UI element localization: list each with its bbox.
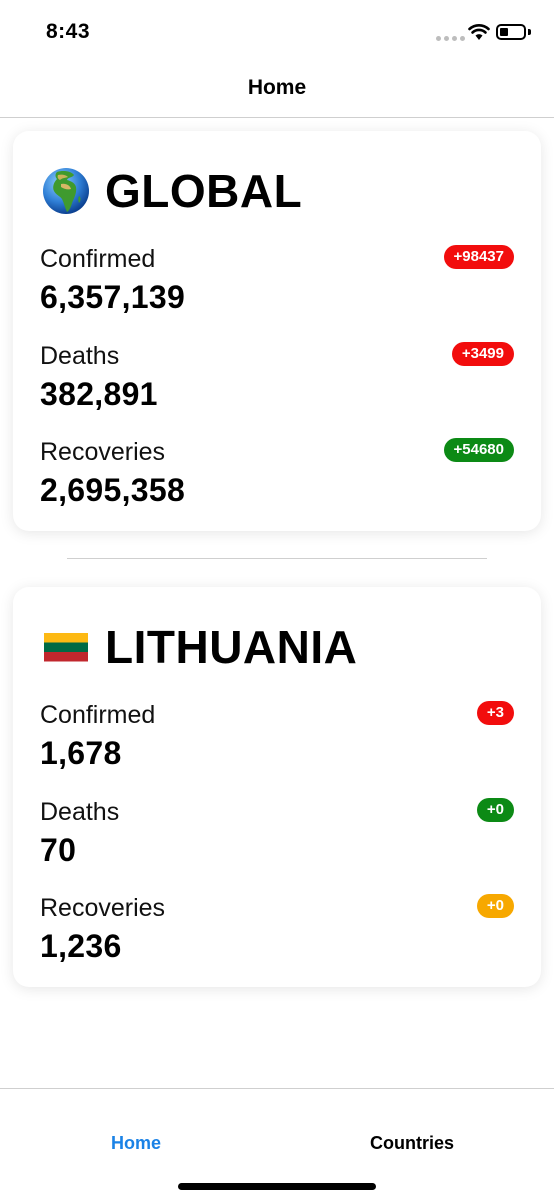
stat-confirmed: Confirmed 6,357,139 +98437 <box>40 245 514 325</box>
delta-badge: +0 <box>476 798 514 822</box>
stat-label: Deaths <box>40 798 120 826</box>
battery-icon <box>496 24 526 40</box>
card-header: GLOBAL <box>41 161 302 221</box>
delta-badge: +54680 <box>443 438 514 462</box>
country-stats-card: LITHUANIA Confirmed 1,678 +3 Deaths 70 +… <box>13 587 541 987</box>
stat-value: 1,236 <box>40 928 122 964</box>
stat-value: 1,678 <box>40 735 122 771</box>
stat-label: Recoveries <box>40 438 166 466</box>
stat-recoveries: Recoveries 1,236 +0 <box>40 894 514 974</box>
navigation-bar: Home <box>0 60 554 118</box>
card-divider <box>67 558 487 559</box>
lithuania-flag-icon <box>44 633 88 662</box>
delta-badge: +3 <box>476 701 514 725</box>
card-header: LITHUANIA <box>41 617 357 677</box>
delta-badge: +0 <box>476 894 514 918</box>
stat-label: Confirmed <box>40 701 156 729</box>
status-bar: 8:43 <box>0 0 554 60</box>
stat-value: 382,891 <box>40 376 158 412</box>
tab-home[interactable]: Home <box>111 1133 161 1154</box>
stat-value: 70 <box>40 832 77 868</box>
page-title: Home <box>247 76 307 99</box>
global-stats-card: GLOBAL Confirmed 6,357,139 +98437 Deaths… <box>13 131 541 531</box>
card-title: GLOBAL <box>105 165 303 217</box>
stat-deaths: Deaths 70 +0 <box>40 798 514 878</box>
card-title: LITHUANIA <box>105 621 358 673</box>
home-indicator[interactable] <box>178 1183 376 1190</box>
stat-recoveries: Recoveries 2,695,358 +54680 <box>40 438 514 518</box>
delta-badge: +98437 <box>443 245 514 269</box>
stat-confirmed: Confirmed 1,678 +3 <box>40 701 514 781</box>
wifi-icon <box>468 24 490 40</box>
stat-label: Recoveries <box>40 894 166 922</box>
status-time: 8:43 <box>46 20 91 43</box>
tab-countries[interactable]: Countries <box>370 1133 454 1154</box>
stat-value: 6,357,139 <box>40 279 186 315</box>
stat-deaths: Deaths 382,891 +3499 <box>40 342 514 422</box>
globe-icon <box>43 168 89 214</box>
delta-badge: +3499 <box>451 342 514 366</box>
battery-cap <box>528 29 531 35</box>
cellular-signal-icon <box>436 36 465 41</box>
stat-label: Confirmed <box>40 245 156 273</box>
stat-value: 2,695,358 <box>40 472 186 508</box>
stat-label: Deaths <box>40 342 120 370</box>
